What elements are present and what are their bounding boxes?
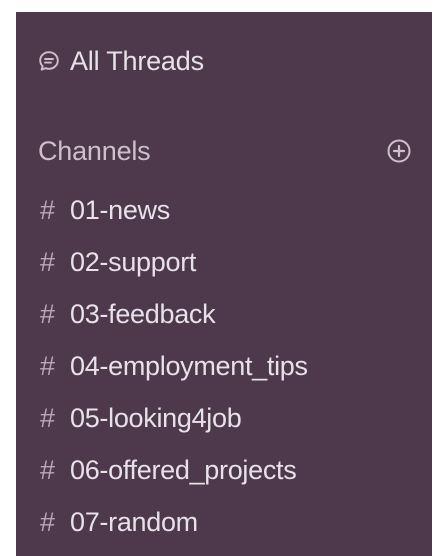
channel-name: 01-news xyxy=(70,194,170,225)
channel-name: 06-offered_projects xyxy=(70,454,297,485)
sidebar: All Threads Channels # 01-news # 02-supp… xyxy=(16,12,432,556)
channel-name: 05-looking4job xyxy=(70,402,242,433)
channel-name: 03-feedback xyxy=(70,298,216,329)
channel-item-02-support[interactable]: # 02-support xyxy=(40,236,308,288)
hash-icon: # xyxy=(40,246,56,277)
hash-icon: # xyxy=(40,194,56,225)
channel-item-01-news[interactable]: # 01-news xyxy=(40,184,308,236)
hash-icon: # xyxy=(40,298,56,329)
channel-name: 04-employment_tips xyxy=(70,350,308,381)
all-threads-item[interactable]: All Threads xyxy=(38,42,204,80)
channel-name: 07-random xyxy=(70,506,198,537)
channel-item-04-employment-tips[interactable]: # 04-employment_tips xyxy=(40,340,308,392)
channel-item-05-looking4job[interactable]: # 05-looking4job xyxy=(40,392,308,444)
channel-list: # 01-news # 02-support # 03-feedback # 0… xyxy=(40,184,308,548)
channel-name: 02-support xyxy=(70,246,197,277)
hash-icon: # xyxy=(40,454,56,485)
channel-item-03-feedback[interactable]: # 03-feedback xyxy=(40,288,308,340)
threads-icon xyxy=(38,50,60,72)
hash-icon: # xyxy=(40,506,56,537)
all-threads-label: All Threads xyxy=(70,45,204,76)
channels-header: Channels xyxy=(38,132,412,170)
hash-icon: # xyxy=(40,402,56,433)
add-channel-icon[interactable] xyxy=(386,138,412,164)
hash-icon: # xyxy=(40,350,56,381)
channels-label[interactable]: Channels xyxy=(38,136,151,167)
channel-item-06-offered-projects[interactable]: # 06-offered_projects xyxy=(40,444,308,496)
channel-item-07-random[interactable]: # 07-random xyxy=(40,496,308,548)
